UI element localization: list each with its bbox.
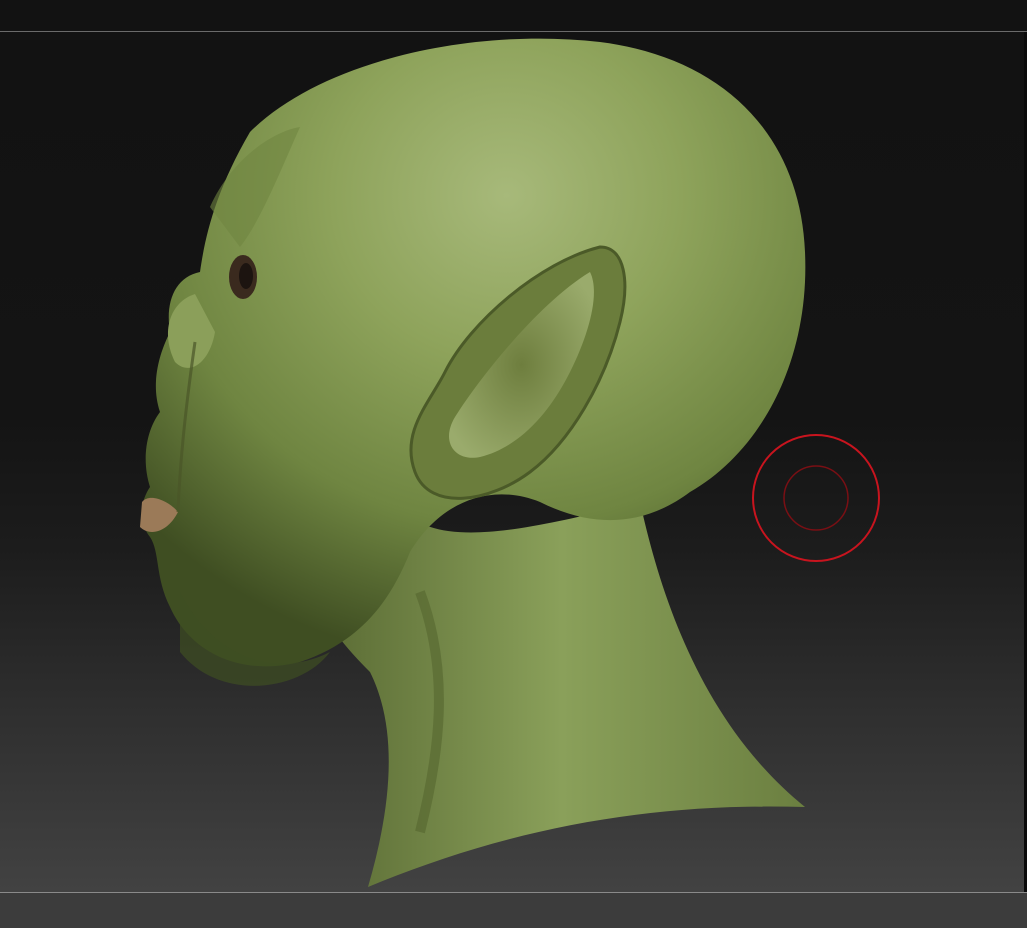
document-canvas[interactable] bbox=[0, 32, 1024, 892]
bottom-tray bbox=[0, 892, 1027, 928]
eye bbox=[239, 263, 253, 289]
brush-cursor bbox=[752, 434, 880, 562]
brush-outer-ring bbox=[752, 434, 880, 562]
top-toolbar bbox=[0, 0, 1027, 32]
sculpt-app-window bbox=[0, 0, 1027, 928]
brush-inner-ring bbox=[783, 465, 849, 531]
